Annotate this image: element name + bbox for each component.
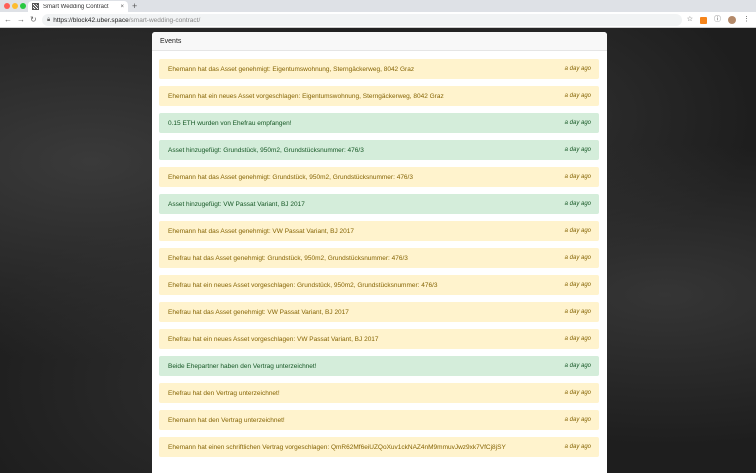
event-timestamp: a day ago: [564, 282, 591, 288]
browser-tab-bar: Smart Wedding Contract × +: [0, 0, 756, 12]
menu-icon[interactable]: ⋮: [743, 15, 750, 25]
new-tab-icon[interactable]: +: [132, 1, 137, 11]
event-timestamp: a day ago: [564, 147, 591, 153]
event-text: Ehemann hat ein neues Asset vorgeschlage…: [168, 92, 444, 100]
event-timestamp: a day ago: [564, 309, 591, 315]
info-icon[interactable]: ⓘ: [714, 15, 721, 25]
card-title: Events: [152, 32, 607, 51]
event-item: Ehefrau hat ein neues Asset vorgeschlage…: [159, 275, 599, 295]
maximize-window-icon[interactable]: [20, 3, 26, 9]
back-icon[interactable]: ←: [4, 15, 12, 25]
event-timestamp: a day ago: [564, 228, 591, 234]
event-item: Ehemann hat den Vertrag unterzeichnet! a …: [159, 410, 599, 430]
event-timestamp: a day ago: [564, 255, 591, 261]
profile-avatar-icon[interactable]: [728, 16, 736, 24]
favicon-icon: [32, 3, 39, 10]
event-item: Ehefrau hat das Asset genehmigt: VW Pass…: [159, 302, 599, 322]
event-text: Beide Ehepartner haben den Vertrag unter…: [168, 362, 317, 370]
event-item: 0.15 ETH wurden von Ehefrau empfangen! a …: [159, 113, 599, 133]
event-text: Ehemann hat den Vertrag unterzeichnet!: [168, 416, 285, 424]
forward-icon[interactable]: →: [17, 15, 25, 25]
minimize-window-icon[interactable]: [12, 3, 18, 9]
event-text: Ehefrau hat ein neues Asset vorgeschlage…: [168, 335, 379, 343]
event-item: Ehefrau hat ein neues Asset vorgeschlage…: [159, 329, 599, 349]
event-text: Ehefrau hat das Asset genehmigt: VW Pass…: [168, 308, 349, 316]
event-item: Ehefrau hat den Vertrag unterzeichnet! a …: [159, 383, 599, 403]
events-list: Ehemann hat das Asset genehmigt: Eigentu…: [159, 59, 599, 464]
event-text: Ehemann hat das Asset genehmigt: Eigentu…: [168, 65, 415, 73]
event-timestamp: a day ago: [564, 120, 591, 126]
tab-title: Smart Wedding Contract: [43, 3, 109, 10]
bookmark-star-icon[interactable]: ☆: [687, 15, 693, 25]
event-text: Asset hinzugefügt: VW Passat Variant, BJ…: [168, 200, 305, 208]
event-text: Ehemann hat das Asset genehmigt: VW Pass…: [168, 227, 354, 235]
event-timestamp: a day ago: [564, 390, 591, 396]
close-window-icon[interactable]: [4, 3, 10, 9]
event-text: Ehefrau hat den Vertrag unterzeichnet!: [168, 389, 280, 397]
event-item: Ehemann hat das Asset genehmigt: VW Pass…: [159, 221, 599, 241]
browser-tab[interactable]: Smart Wedding Contract ×: [28, 1, 128, 12]
event-text: Ehefrau hat ein neues Asset vorgeschlage…: [168, 281, 438, 289]
event-item: Ehemann hat das Asset genehmigt: Eigentu…: [159, 59, 599, 79]
event-text: Ehemann hat einen schriftlichen Vertrag …: [168, 443, 506, 451]
event-item: Ehemann hat einen schriftlichen Vertrag …: [159, 437, 599, 457]
event-timestamp: a day ago: [564, 336, 591, 342]
extension-icons: ☆ ⓘ ⋮: [687, 15, 750, 25]
event-timestamp: a day ago: [564, 201, 591, 207]
event-timestamp: a day ago: [564, 363, 591, 369]
event-text: Asset hinzugefügt: Grundstück, 950m2, Gr…: [168, 146, 364, 154]
lock-icon: 🔒︎: [47, 16, 51, 23]
browser-toolbar: ← → ↻ 🔒︎ https://block42.uber.space/smar…: [0, 12, 756, 28]
event-timestamp: a day ago: [564, 93, 591, 99]
events-card: Events Ehemann hat das Asset genehmigt: …: [152, 32, 607, 473]
event-timestamp: a day ago: [564, 66, 591, 72]
event-item: Asset hinzugefügt: Grundstück, 950m2, Gr…: [159, 140, 599, 160]
tab-close-icon[interactable]: ×: [120, 4, 124, 10]
event-timestamp: a day ago: [564, 417, 591, 423]
url-host: https://block42.uber.space: [53, 16, 129, 24]
event-text: Ehefrau hat das Asset genehmigt: Grundst…: [168, 254, 408, 262]
address-bar[interactable]: 🔒︎ https://block42.uber.space/smart-wedd…: [42, 14, 682, 26]
event-item: Beide Ehepartner haben den Vertrag unter…: [159, 356, 599, 376]
url-path: /smart-wedding-contract/: [128, 16, 201, 24]
event-item: Ehemann hat das Asset genehmigt: Grundst…: [159, 167, 599, 187]
event-text: Ehemann hat das Asset genehmigt: Grundst…: [168, 173, 413, 181]
url-text: https://block42.uber.space/smart-wedding…: [53, 17, 200, 24]
event-timestamp: a day ago: [564, 174, 591, 180]
reload-icon[interactable]: ↻: [30, 15, 37, 25]
metamask-icon[interactable]: [700, 16, 707, 24]
event-timestamp: a day ago: [564, 444, 591, 450]
event-item: Ehefrau hat das Asset genehmigt: Grundst…: [159, 248, 599, 268]
event-item: Ehemann hat ein neues Asset vorgeschlage…: [159, 86, 599, 106]
event-text: 0.15 ETH wurden von Ehefrau empfangen!: [168, 119, 292, 127]
event-item: Asset hinzugefügt: VW Passat Variant, BJ…: [159, 194, 599, 214]
